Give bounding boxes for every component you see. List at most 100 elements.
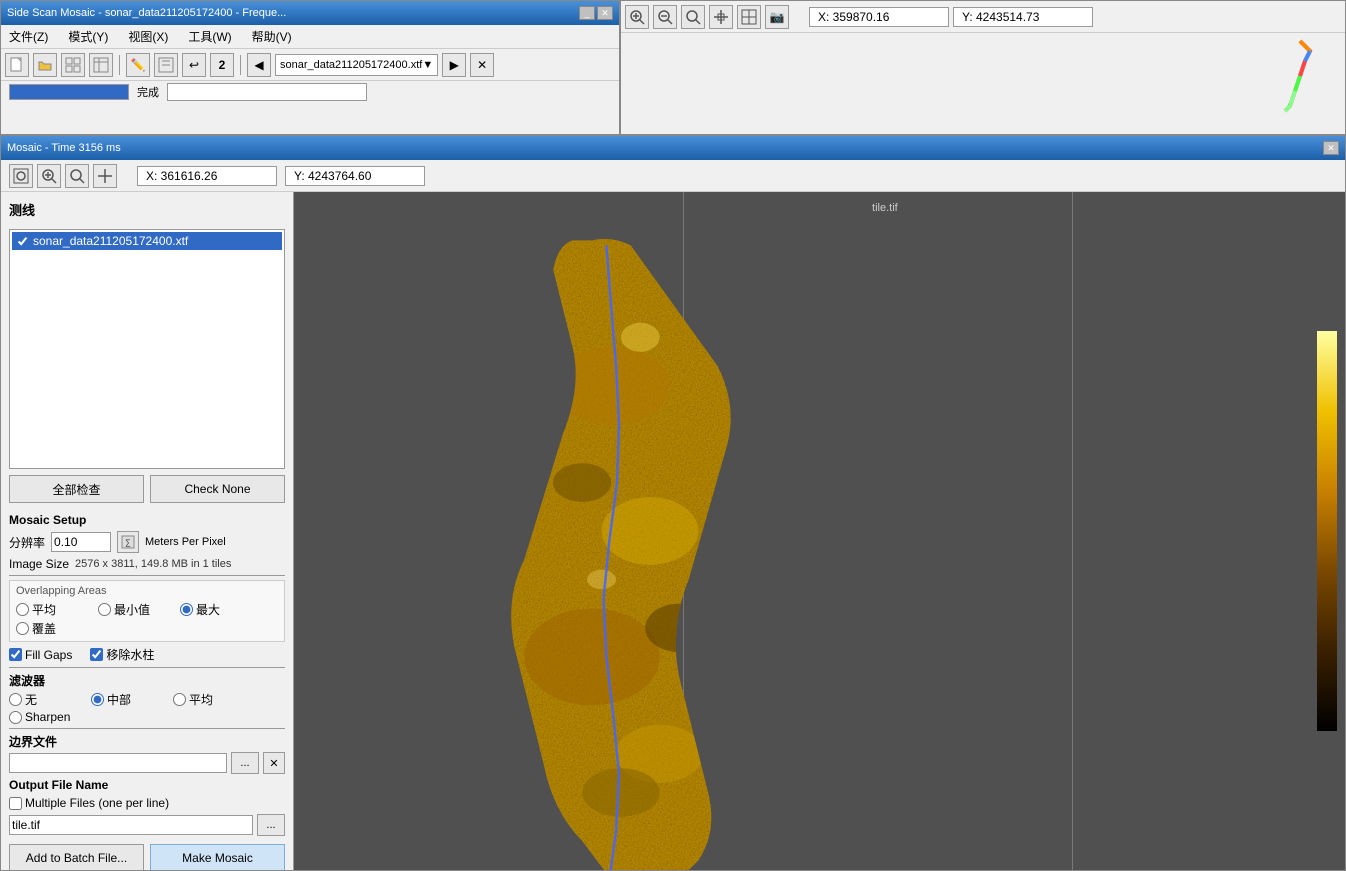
toolbar-number[interactable]: 2 (210, 53, 234, 77)
remove-water-checkbox[interactable] (90, 648, 103, 661)
mosaic-title-bar: Mosaic - Time 3156 ms ✕ (1, 136, 1345, 160)
section-title: 测线 (9, 200, 285, 219)
mini-map-canvas (1245, 36, 1325, 116)
mosaic-zoom-area[interactable] (9, 164, 33, 188)
file-dropdown[interactable]: sonar_data211205172400.xtf ▼ (275, 54, 438, 76)
mini-fit[interactable] (681, 5, 705, 29)
filter-mid[interactable]: 中部 (91, 691, 171, 708)
radio-cover[interactable]: 覆盖 (16, 620, 96, 637)
menu-mode[interactable]: 模式(Y) (64, 27, 112, 46)
top-window: Side Scan Mosaic - sonar_data21120517240… (0, 0, 620, 135)
toolbar-open[interactable] (33, 53, 57, 77)
resolution-row: 分辨率 ∑ Meters Per Pixel (9, 531, 285, 553)
action-btn-row: Add to Batch File... Make Mosaic (9, 844, 285, 870)
resolution-label: 分辨率 (9, 534, 45, 551)
overlap-radio-group: 平均 最小值 最大 覆盖 (16, 601, 278, 637)
menu-bar: 文件(Z) 模式(Y) 视图(X) 工具(W) 帮助(V) (1, 25, 619, 49)
toolbar-new[interactable] (5, 53, 29, 77)
menu-tools[interactable]: 工具(W) (184, 27, 235, 46)
mosaic-zoom-fit[interactable] (65, 164, 89, 188)
menu-file[interactable]: 文件(Z) (5, 27, 52, 46)
check-none-button[interactable]: Check None (150, 475, 285, 503)
output-file-input[interactable] (9, 815, 253, 835)
output-browse-button[interactable]: ... (257, 814, 285, 836)
make-mosaic-button[interactable]: Make Mosaic (150, 844, 285, 870)
btn-row: 全部检查 Check None (9, 475, 285, 503)
check-all-button[interactable]: 全部检查 (9, 475, 144, 503)
toolbar-pencil[interactable]: ✏️ (126, 53, 150, 77)
file-list: sonar_data211205172400.xtf (9, 229, 285, 469)
close-button[interactable]: ✕ (597, 6, 613, 20)
fillgaps-checkbox[interactable] (9, 648, 22, 661)
image-size-row: Image Size 2576 x 3811, 149.8 MB in 1 ti… (9, 557, 285, 571)
mini-grid-icon[interactable] (737, 5, 761, 29)
top-window-controls: _ ✕ (579, 6, 613, 20)
mini-crosshair[interactable] (709, 5, 733, 29)
filter-label: 滤波器 (9, 672, 285, 689)
filter-none[interactable]: 无 (9, 691, 89, 708)
filter-radio-group: 无 中部 平均 Sharpen (9, 691, 285, 724)
output-file-row: ... (9, 814, 285, 836)
boundary-browse-button[interactable]: ... (231, 752, 259, 774)
toolbar-grid[interactable] (61, 53, 85, 77)
image-size-label: Image Size (9, 557, 69, 571)
remove-water-label[interactable]: 移除水柱 (90, 646, 154, 663)
mini-zoom-in[interactable] (625, 5, 649, 29)
multiple-files-checkbox[interactable] (9, 797, 22, 810)
filter-sharpen[interactable]: Sharpen (9, 710, 89, 724)
menu-help[interactable]: 帮助(V) (248, 27, 296, 46)
mini-zoom-out[interactable] (653, 5, 677, 29)
filter-avg[interactable]: 平均 (173, 691, 253, 708)
boundary-clear-button[interactable]: ✕ (263, 752, 285, 774)
mini-toolbar: 📷 X: 359870.16 Y: 4243514.73 (621, 1, 1345, 33)
radio-min[interactable]: 最小值 (98, 601, 178, 618)
divider2 (9, 667, 285, 668)
radio-avg[interactable]: 平均 (16, 601, 96, 618)
fillgaps-row: Fill Gaps 移除水柱 (9, 646, 285, 663)
file-checkbox[interactable] (16, 235, 29, 248)
toolbar-edit[interactable] (154, 53, 178, 77)
minimize-button[interactable]: _ (579, 6, 595, 20)
menu-view[interactable]: 视图(X) (124, 27, 172, 46)
mosaic-title: Mosaic - Time 3156 ms (7, 142, 121, 154)
resolution-unit: Meters Per Pixel (145, 536, 226, 548)
status-text: 完成 (137, 84, 159, 100)
multiple-files-label[interactable]: Multiple Files (one per line) (9, 796, 285, 810)
sonar-image (294, 192, 1345, 870)
image-size-value: 2576 x 3811, 149.8 MB in 1 tiles (75, 558, 231, 570)
toolbar-forward[interactable]: ▶ (442, 53, 466, 77)
mini-coord-x: X: 359870.16 (809, 7, 949, 27)
remove-water-text: 移除水柱 (106, 646, 154, 663)
boundary-file-input[interactable] (9, 753, 227, 773)
mini-coord-y: Y: 4243514.73 (953, 7, 1093, 27)
mini-camera[interactable]: 📷 (765, 5, 789, 29)
mosaic-dialog: Mosaic - Time 3156 ms ✕ X: 361616.26 Y: … (0, 135, 1346, 871)
overlapping-label: Overlapping Areas (16, 585, 278, 597)
fillgaps-checkbox-label[interactable]: Fill Gaps (9, 648, 72, 662)
calc-button[interactable]: ∑ (117, 531, 139, 553)
progress-fill (10, 85, 128, 99)
right-canvas[interactable]: tile.tif (294, 192, 1345, 870)
progress-row: 完成 (1, 81, 619, 103)
resolution-input[interactable] (51, 532, 111, 552)
mosaic-crosshair[interactable] (93, 164, 117, 188)
list-item[interactable]: sonar_data211205172400.xtf (12, 232, 282, 250)
mosaic-zoom-in[interactable] (37, 164, 61, 188)
radio-max[interactable]: 最大 (180, 601, 260, 618)
top-window-title: Side Scan Mosaic - sonar_data21120517240… (7, 7, 286, 19)
toolbar-undo[interactable]: ↩ (182, 53, 206, 77)
output-title: Output File Name (9, 778, 285, 792)
mosaic-content: 测线 sonar_data211205172400.xtf 全部检查 Check… (1, 192, 1345, 870)
mosaic-coord: X: 361616.26 Y: 4243764.60 (121, 166, 425, 186)
colorbar (1317, 331, 1337, 731)
toolbar-sep1 (119, 55, 120, 75)
fillgaps-label: Fill Gaps (25, 648, 72, 662)
toolbar-close-file[interactable]: ✕ (470, 53, 494, 77)
mosaic-toolbar: X: 361616.26 Y: 4243764.60 (1, 160, 1345, 192)
toolbar-table[interactable] (89, 53, 113, 77)
mosaic-close-button[interactable]: ✕ (1323, 141, 1339, 155)
svg-text:∑: ∑ (125, 538, 131, 547)
add-to-batch-button[interactable]: Add to Batch File... (9, 844, 144, 870)
progress-bar (9, 84, 129, 100)
toolbar-back[interactable]: ◀ (247, 53, 271, 77)
